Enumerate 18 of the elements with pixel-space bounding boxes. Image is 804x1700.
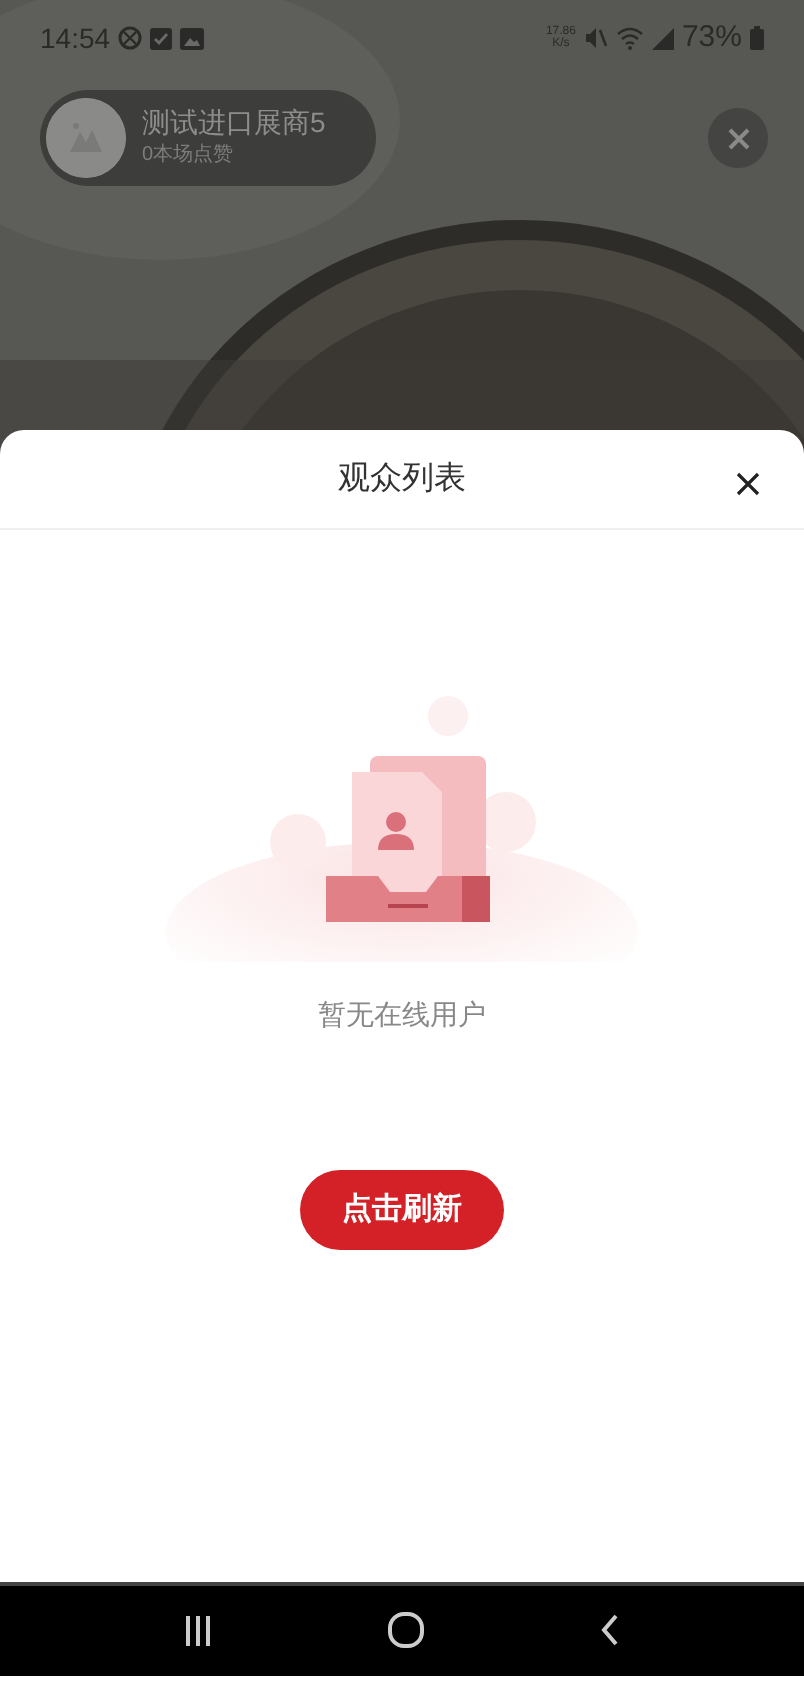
sheet-title: 观众列表 xyxy=(338,459,466,499)
battery-icon xyxy=(750,26,764,50)
recent-apps-icon xyxy=(184,1615,212,1646)
host-name: 测试进口展商5 xyxy=(142,106,326,140)
wifi-icon xyxy=(615,26,644,50)
image-icon xyxy=(180,27,205,49)
home-icon xyxy=(388,1612,424,1649)
mute-icon xyxy=(583,26,608,50)
close-icon xyxy=(736,471,760,496)
empty-message: 暂无在线用户 xyxy=(318,996,486,1034)
back-icon xyxy=(600,1614,620,1647)
checkbox-icon xyxy=(150,27,173,49)
signal-icon xyxy=(651,27,674,49)
close-icon xyxy=(727,127,749,149)
refresh-button[interactable]: 点击刷新 xyxy=(300,1170,504,1250)
host-chip[interactable]: 测试进口展商5 0本场点赞 xyxy=(40,90,376,186)
avatar-icon xyxy=(46,98,126,178)
likes-count: 0本场点赞 xyxy=(142,141,236,170)
